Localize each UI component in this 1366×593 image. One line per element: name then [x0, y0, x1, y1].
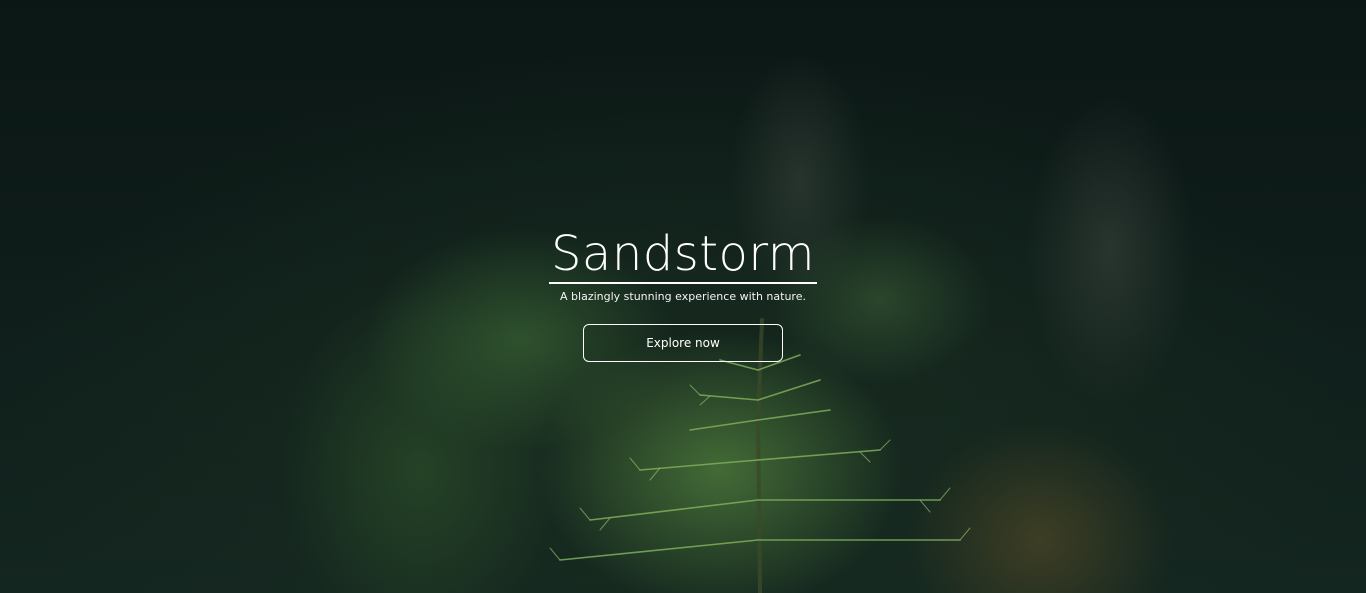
hero-section: Sandstorm A blazingly stunning experienc… [0, 0, 1366, 593]
hero-content: Sandstorm A blazingly stunning experienc… [0, 226, 1366, 362]
title-underline: Sandstorm [548, 226, 818, 284]
explore-now-button[interactable]: Explore now [583, 324, 783, 362]
tagline: A blazingly stunning experience with nat… [560, 290, 806, 303]
site-title: Sandstorm [550, 226, 816, 282]
